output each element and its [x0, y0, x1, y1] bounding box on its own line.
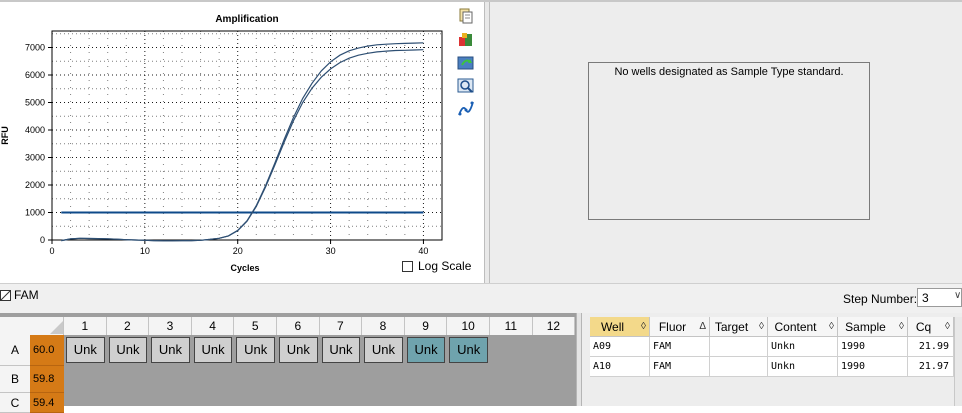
plate-well[interactable]: Unk: [108, 337, 148, 363]
table-cell-sample[interactable]: 1990: [838, 337, 908, 357]
table-cell-well[interactable]: A09: [590, 337, 650, 357]
plate-well[interactable]: Unk: [151, 337, 190, 363]
plate-column-header[interactable]: 4: [191, 317, 235, 335]
table-header-fluor[interactable]: Fluor Δ: [650, 317, 710, 337]
plate-well[interactable]: Unk: [236, 337, 275, 363]
plate-column-header[interactable]: 10: [447, 317, 490, 335]
step-number-value: 3: [922, 291, 929, 305]
plate-row-header[interactable]: C: [0, 393, 30, 413]
plate-well[interactable]: Unk: [449, 337, 488, 363]
table-cell-cq[interactable]: 21.97: [908, 357, 954, 377]
plate-row-temperature: 59.8: [30, 366, 64, 393]
plot-area: [51, 30, 443, 241]
standard-curve-box: No wells designated as Sample Type stand…: [588, 62, 870, 220]
plate-column-header[interactable]: 1: [64, 317, 107, 335]
zoom-icon[interactable]: [457, 77, 475, 95]
fam-label: FAM: [14, 288, 39, 302]
y-axis-label: RFU: [0, 126, 10, 145]
y-tick-label: 1000: [25, 208, 45, 218]
table-header-label: Sample: [845, 320, 886, 334]
sort-icon[interactable]: ◊: [759, 317, 764, 337]
step-number-label: Step Number:: [843, 292, 918, 306]
table-cell-fluor[interactable]: FAM: [650, 357, 710, 377]
plate-row-temperature: 59.4: [30, 393, 64, 413]
sort-icon[interactable]: ◊: [899, 317, 904, 337]
table-cell-target[interactable]: [710, 357, 768, 377]
plate-column-header[interactable]: 11: [490, 317, 533, 335]
plate-well[interactable]: Unk: [193, 337, 233, 363]
x-tick-label: 20: [233, 246, 243, 256]
y-tick-label: 0: [40, 235, 45, 245]
plate-row-header[interactable]: B: [0, 366, 30, 393]
x-tick-label: 10: [140, 246, 150, 256]
y-tick-label: 5000: [25, 98, 45, 108]
table-header-label: Well: [600, 320, 625, 334]
plate-well[interactable]: Unk: [321, 337, 361, 363]
plate-well[interactable]: Unk: [66, 337, 105, 363]
y-tick-label: 7000: [25, 43, 45, 53]
fluor-toolbar: [0, 283, 962, 313]
plate-column-header[interactable]: 6: [277, 317, 320, 335]
amplification-chart: Amplification 0 10 20 30 40 0 1000 2000 3000 4000 5…: [0, 14, 443, 273]
y-tick-label: 3000: [25, 153, 45, 163]
table-cell-content[interactable]: Unkn: [768, 357, 838, 377]
y-tick-label: 2000: [25, 180, 45, 190]
plate-column-header[interactable]: 8: [362, 317, 405, 335]
plate-column-header[interactable]: 12: [532, 317, 576, 335]
plate-column-header[interactable]: 9: [404, 317, 448, 335]
y-tick-label: 4000: [25, 125, 45, 135]
chart-title: Amplification: [215, 14, 278, 25]
table-header-label: Cq: [915, 320, 932, 334]
fam-checkbox[interactable]: [0, 289, 11, 301]
plate-well[interactable]: Unk: [406, 337, 446, 363]
table-scrollbar[interactable]: [954, 317, 962, 406]
sort-icon[interactable]: ◊: [945, 317, 950, 337]
sort-icon[interactable]: ◊: [641, 317, 646, 337]
table-header-cq[interactable]: Cq ◊: [908, 317, 954, 337]
table-header-content[interactable]: Content ◊: [768, 317, 838, 337]
x-tick-label: 0: [49, 246, 54, 256]
plate-column-header[interactable]: 5: [234, 317, 277, 335]
plate-row-temperature: 60.0: [30, 335, 64, 366]
refresh-icon[interactable]: [457, 54, 475, 72]
amplification-chart-panel: Amplification 0 10 20 30 40 0 1000 2000 3000 4000 5…: [0, 2, 484, 283]
table-header-target[interactable]: Target ◊: [710, 317, 768, 337]
table-header-label: Content: [774, 320, 817, 334]
table-cell-well[interactable]: A10: [590, 357, 650, 377]
plate-row-header[interactable]: A: [0, 335, 30, 366]
x-axis-label: Cycles: [230, 263, 259, 273]
table-cell-cq[interactable]: 21.99: [908, 337, 954, 357]
log-scale-toggle[interactable]: Log Scale: [402, 258, 471, 274]
chevron-down-icon: ∨: [954, 290, 962, 301]
table-cell-target[interactable]: [710, 337, 768, 357]
standard-curve-message: No wells designated as Sample Type stand…: [614, 66, 844, 78]
plate-column-header[interactable]: 7: [319, 317, 363, 335]
log-scale-checkbox[interactable]: [402, 260, 413, 272]
table-header-label: Fluor: [658, 320, 687, 334]
plate-column-header[interactable]: 3: [149, 317, 192, 335]
log-scale-label: Log Scale: [418, 259, 472, 273]
table-cell-sample[interactable]: 1990: [838, 357, 908, 377]
plate-well[interactable]: Unk: [364, 337, 403, 363]
export-icon[interactable]: [457, 31, 475, 49]
table-header-sample[interactable]: Sample ◊: [838, 317, 908, 337]
plate-corner: [0, 317, 64, 335]
table-cell-content[interactable]: Unkn: [768, 337, 838, 357]
copy-icon[interactable]: [457, 7, 475, 25]
table-header-well[interactable]: Well ◊: [590, 317, 650, 337]
x-tick-label: 40: [418, 246, 428, 256]
curve-fit-icon[interactable]: [457, 100, 475, 118]
sort-icon[interactable]: Δ: [699, 317, 706, 337]
plate-well[interactable]: Unk: [279, 337, 318, 363]
plate-column-header[interactable]: 2: [106, 317, 150, 335]
table-cell-fluor[interactable]: FAM: [650, 337, 710, 357]
fam-toggle[interactable]: FAM: [0, 288, 39, 302]
x-tick-label: 30: [326, 246, 336, 256]
table-header-label: Target: [714, 320, 749, 334]
step-number-select[interactable]: 3 ∨: [917, 288, 962, 307]
y-tick-label: 6000: [25, 70, 45, 80]
sort-icon[interactable]: ◊: [829, 317, 834, 337]
